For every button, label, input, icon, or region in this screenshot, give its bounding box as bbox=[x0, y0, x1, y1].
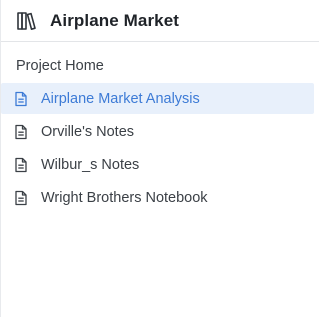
bookshelf-icon bbox=[16, 10, 38, 32]
document-icon bbox=[14, 91, 28, 107]
nav-item-label: Orville's Notes bbox=[41, 123, 135, 140]
nav-item-wright-brothers-notebook[interactable]: Wright Brothers Notebook bbox=[1, 182, 314, 213]
document-list: Airplane Market Analysis Orville's Notes bbox=[1, 83, 314, 215]
document-icon bbox=[14, 124, 28, 140]
nav-item-airplane-market-analysis[interactable]: Airplane Market Analysis bbox=[1, 83, 314, 114]
nav-item-orvilles-notes[interactable]: Orville's Notes bbox=[1, 116, 314, 147]
sidebar-header: Airplane Market bbox=[1, 0, 319, 42]
nav-item-label: Wilbur_s Notes bbox=[41, 156, 140, 173]
nav-item-label: Airplane Market Analysis bbox=[41, 90, 200, 107]
project-title: Airplane Market bbox=[50, 10, 180, 30]
sidebar: Airplane Market Project Home Airplane Ma… bbox=[0, 0, 319, 317]
document-icon bbox=[14, 190, 28, 206]
nav-item-wilburs-notes[interactable]: Wilbur_s Notes bbox=[1, 149, 314, 180]
project-home-link[interactable]: Project Home bbox=[16, 58, 104, 74]
document-icon bbox=[14, 157, 28, 173]
nav-item-label: Wright Brothers Notebook bbox=[41, 189, 208, 206]
